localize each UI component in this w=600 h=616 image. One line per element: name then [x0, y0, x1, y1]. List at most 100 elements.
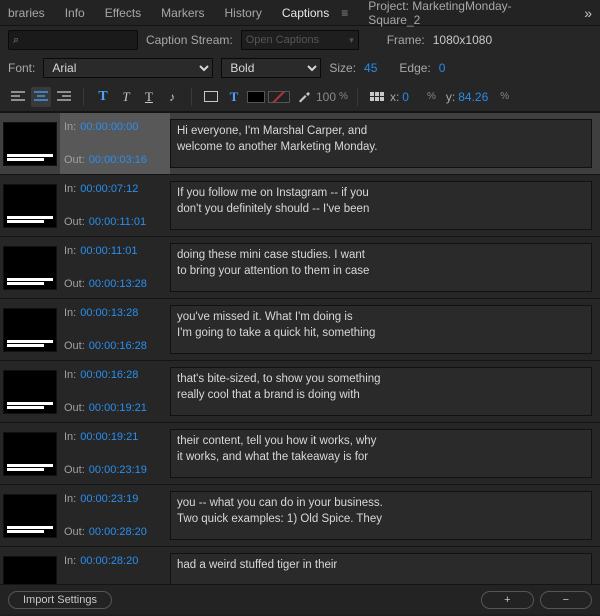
in-value[interactable]: 00:00:16:28: [80, 369, 138, 381]
align-center-icon[interactable]: [31, 87, 51, 107]
caption-thumbnail: [0, 485, 60, 546]
panel-menu-icon[interactable]: ≡: [341, 6, 348, 20]
in-value[interactable]: 00:00:23:19: [80, 493, 138, 505]
align-left-icon[interactable]: [8, 87, 28, 107]
in-value[interactable]: 00:00:13:28: [80, 307, 138, 319]
in-label: In:: [64, 121, 76, 133]
overflow-tabs-icon[interactable]: »: [584, 5, 592, 21]
bg-opacity-value[interactable]: 100: [316, 90, 336, 104]
caption-stream-label: Caption Stream:: [146, 33, 233, 47]
out-value[interactable]: 00:00:13:28: [89, 278, 147, 290]
in-value[interactable]: 00:00:07:12: [80, 183, 138, 195]
x-value[interactable]: 0: [402, 90, 409, 104]
italic-icon[interactable]: T: [116, 87, 136, 107]
frame-value: 1080x1080: [433, 33, 492, 47]
tab-info[interactable]: Info: [65, 6, 85, 20]
caption-text[interactable]: you -- what you can do in your business.…: [170, 491, 592, 540]
background-text-icon[interactable]: T: [224, 87, 244, 107]
in-value[interactable]: 00:00:28:20: [80, 555, 138, 567]
caption-thumbnail: [0, 361, 60, 422]
bg-color-swatch[interactable]: [247, 91, 265, 103]
caption-thumbnail: [0, 113, 60, 174]
search-input[interactable]: [21, 33, 133, 47]
search-box[interactable]: ⌕: [8, 30, 138, 50]
caption-thumbnail: [0, 237, 60, 298]
caption-timecodes: In: 00:00:13:28 Out: 00:00:16:28: [60, 299, 170, 360]
out-value[interactable]: 00:00:03:16: [89, 154, 147, 166]
out-value[interactable]: 00:00:16:28: [89, 340, 147, 352]
caption-text[interactable]: Hi everyone, I'm Marshal Carper, and wel…: [170, 119, 592, 168]
caption-row[interactable]: In: 00:00:23:19 Out: 00:00:28:20 you -- what…: [0, 485, 600, 547]
background-box-icon[interactable]: [201, 87, 221, 107]
caption-text[interactable]: If you follow me on Instagram -- if you …: [170, 181, 592, 230]
out-label: Out:: [64, 526, 85, 538]
caption-timecodes: In: 00:00:00:00 Out: 00:00:03:16: [60, 113, 170, 174]
font-family-dropdown[interactable]: Arial: [43, 58, 213, 78]
import-settings-button[interactable]: Import Settings: [8, 591, 112, 609]
add-caption-button[interactable]: +: [481, 591, 533, 609]
caption-timecodes: In: 00:00:07:12 Out: 00:00:11:01: [60, 175, 170, 236]
music-note-icon[interactable]: ♪: [162, 87, 182, 107]
align-right-icon[interactable]: [54, 87, 74, 107]
font-size-value[interactable]: 45: [364, 61, 377, 75]
tab-project[interactable]: Project: MarketingMonday-Square_2: [368, 0, 556, 27]
bg-none-swatch[interactable]: [268, 91, 290, 103]
caption-stream-value: Open Captions: [246, 34, 319, 46]
y-value[interactable]: 84.26: [458, 90, 488, 104]
text-color-icon[interactable]: T: [93, 87, 113, 107]
tab-history[interactable]: History: [225, 6, 262, 20]
tab-captions[interactable]: Captions: [282, 6, 329, 20]
y-pct: %: [500, 91, 509, 102]
bg-opacity-pct: %: [339, 91, 348, 102]
out-label: Out:: [64, 216, 85, 228]
font-weight-dropdown[interactable]: Bold: [221, 58, 321, 78]
caption-text[interactable]: their content, tell you how it works, wh…: [170, 429, 592, 478]
in-value[interactable]: 00:00:00:00: [80, 121, 138, 133]
out-value[interactable]: 00:00:23:19: [89, 464, 147, 476]
tab-effects[interactable]: Effects: [105, 6, 141, 20]
caption-timecodes: In: 00:00:23:19 Out: 00:00:28:20: [60, 485, 170, 546]
out-label: Out:: [64, 154, 85, 166]
caption-timecodes: In:00:00:11:01Out:00:00:13:28: [60, 237, 170, 298]
caption-timecodes: In:00:00:16:28Out:00:00:19:21: [60, 361, 170, 422]
font-size-label: Size:: [329, 61, 356, 75]
caption-row[interactable]: In:00:00:11:01Out:00:00:13:28doing these…: [0, 237, 600, 299]
in-value[interactable]: 00:00:19:21: [80, 431, 138, 443]
caption-thumbnail: [0, 175, 60, 236]
caption-row[interactable]: In: 00:00:07:12 Out: 00:00:11:01 If you foll…: [0, 175, 600, 237]
caption-list: In: 00:00:00:00 Out: 00:00:03:16 Hi everyone…: [0, 112, 600, 616]
x-pct: %: [427, 91, 436, 102]
out-value[interactable]: 00:00:11:01: [89, 216, 146, 228]
tab-markers[interactable]: Markers: [161, 6, 204, 20]
remove-caption-button[interactable]: −: [540, 591, 592, 609]
frame-label: Frame:: [387, 33, 425, 47]
in-label: In:: [64, 431, 76, 443]
eyedropper-icon[interactable]: [293, 87, 313, 107]
caption-timecodes: In:00:00:19:21Out:00:00:23:19: [60, 423, 170, 484]
caption-stream-dropdown[interactable]: Open Captions ▾: [241, 30, 359, 50]
position-block-icon[interactable]: [367, 87, 387, 107]
tab-libraries[interactable]: braries: [8, 6, 45, 20]
caption-text[interactable]: that's bite-sized, to show you something…: [170, 367, 592, 416]
edge-label: Edge:: [399, 61, 430, 75]
out-value[interactable]: 00:00:19:21: [89, 402, 147, 414]
in-label: In:: [64, 493, 76, 505]
caption-row[interactable]: In:00:00:16:28Out:00:00:19:21that's bite…: [0, 361, 600, 423]
edge-value[interactable]: 0: [439, 61, 446, 75]
in-label: In:: [64, 183, 76, 195]
caption-row[interactable]: In: 00:00:00:00 Out: 00:00:03:16 Hi everyone…: [0, 113, 600, 175]
in-label: In:: [64, 307, 76, 319]
out-value[interactable]: 00:00:28:20: [89, 526, 147, 538]
search-icon: ⌕: [13, 34, 19, 47]
x-label: x:: [390, 90, 399, 104]
caption-text[interactable]: you've missed it. What I'm doing is I'm …: [170, 305, 592, 354]
underline-icon[interactable]: T: [139, 87, 159, 107]
in-value[interactable]: 00:00:11:01: [80, 245, 137, 257]
in-label: In:: [64, 369, 76, 381]
chevron-down-icon: ▾: [349, 35, 354, 46]
caption-row[interactable]: In:00:00:19:21Out:00:00:23:19their conte…: [0, 423, 600, 485]
caption-text[interactable]: doing these mini case studies. I want to…: [170, 243, 592, 292]
caption-row[interactable]: In: 00:00:13:28 Out: 00:00:16:28 you've miss…: [0, 299, 600, 361]
out-label: Out:: [64, 340, 85, 352]
y-label: y:: [446, 90, 455, 104]
